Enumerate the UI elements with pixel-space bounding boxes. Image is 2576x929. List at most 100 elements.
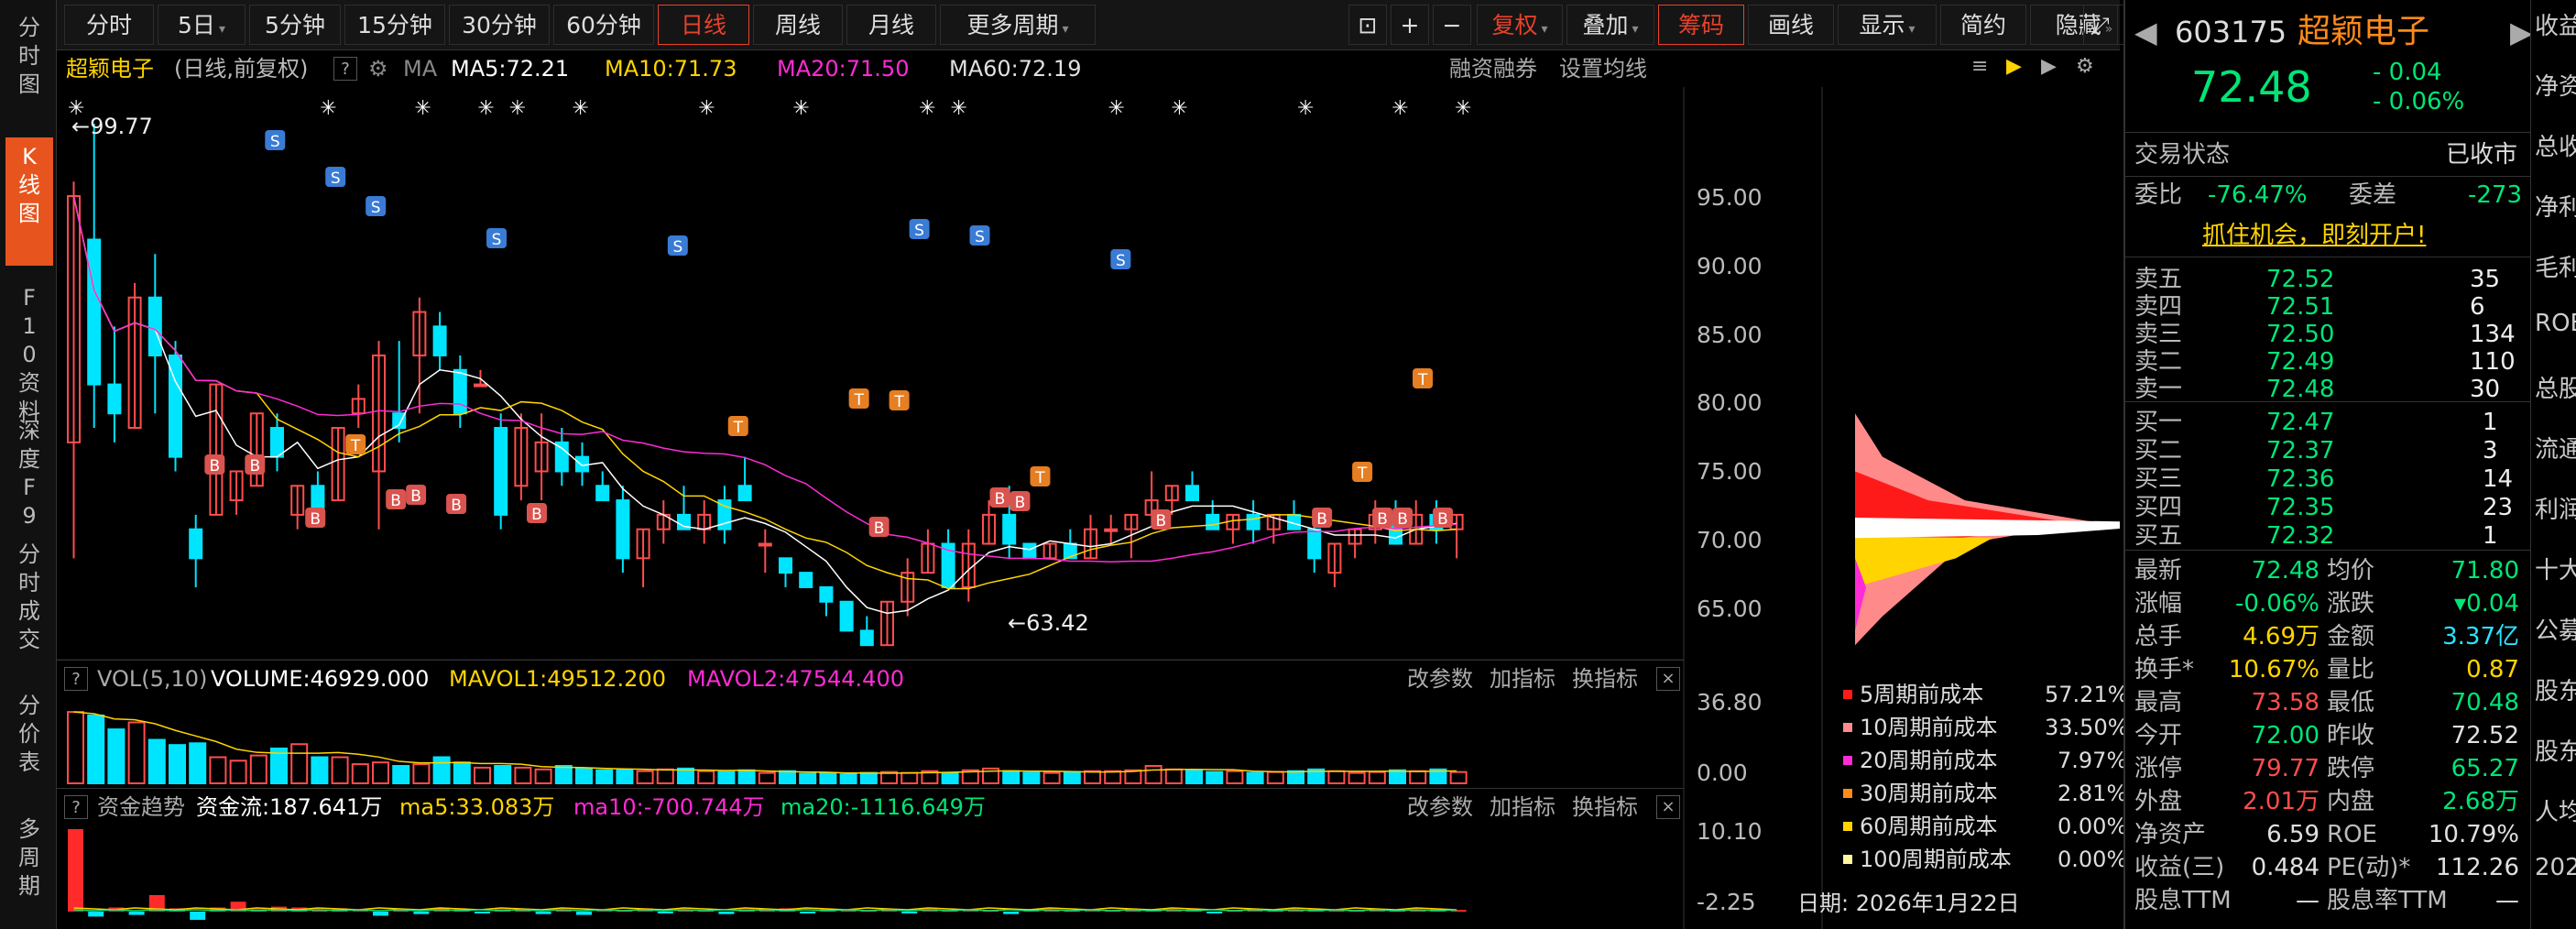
volume-bar bbox=[372, 761, 389, 785]
fundamental-label: 利润 bbox=[2535, 497, 2576, 524]
lock-icon[interactable]: ⊡ bbox=[1348, 5, 1387, 45]
help-icon[interactable]: ? bbox=[333, 57, 357, 81]
volume-bar bbox=[534, 768, 552, 784]
nav-timeshare[interactable]: 分时图 bbox=[5, 14, 53, 99]
switch-indicator-button[interactable]: 换指标 bbox=[1572, 789, 1638, 825]
switch-indicator-button[interactable]: 换指标 bbox=[1572, 661, 1638, 697]
zoom-in-icon[interactable]: + bbox=[1391, 5, 1429, 45]
change-params-button[interactable]: 改参数 bbox=[1407, 789, 1473, 825]
period-weekly[interactable]: 周线 bbox=[753, 5, 843, 45]
fullscreen-icon[interactable]: ⤢ bbox=[2083, 5, 2118, 45]
volume-bar bbox=[189, 742, 207, 784]
event-star-icon: ✳ bbox=[1392, 97, 1408, 120]
svg-text:S: S bbox=[672, 238, 682, 257]
chip-flag-icon[interactable]: ▶ bbox=[2006, 55, 2022, 78]
mavol2-value: MAVOL2:47544.400 bbox=[687, 666, 904, 692]
period-5min[interactable]: 5分钟 bbox=[249, 5, 341, 45]
promo-link[interactable]: 抓住机会，即刻开户! bbox=[2125, 220, 2530, 251]
candle bbox=[839, 600, 854, 632]
ma-settings-button[interactable]: 设置均线 bbox=[1559, 50, 1647, 87]
ma10-value: MA10:71.73 bbox=[605, 56, 737, 82]
margin-trading-button[interactable]: 融资融券 bbox=[1449, 50, 1537, 87]
chip-settings-icon[interactable]: ⚙ bbox=[2076, 55, 2094, 78]
candle bbox=[1104, 528, 1119, 532]
nav-f10[interactable]: F10资料 bbox=[5, 284, 53, 426]
event-star-icon: ✳ bbox=[320, 97, 336, 120]
nav-multi-period[interactable]: 多周期 bbox=[5, 815, 53, 901]
volume-bar bbox=[1246, 771, 1264, 784]
nav-kline[interactable]: K线图 bbox=[5, 137, 53, 266]
period-5day[interactable]: 5日 ▾ bbox=[158, 5, 246, 45]
chevron-down-icon: ▾ bbox=[1541, 22, 1548, 37]
candle bbox=[453, 368, 467, 415]
fund-bar bbox=[901, 912, 918, 913]
svg-text:B: B bbox=[249, 457, 260, 475]
simple-button[interactable]: 简约 bbox=[1940, 5, 2026, 45]
volume-bar bbox=[147, 738, 166, 784]
volume-bar bbox=[758, 771, 776, 784]
period-daily[interactable]: 日线 bbox=[658, 5, 749, 45]
add-indicator-button[interactable]: 加指标 bbox=[1490, 661, 1555, 697]
volume-bar bbox=[737, 769, 756, 784]
help-icon[interactable]: ? bbox=[64, 667, 88, 691]
volume-bar bbox=[1327, 770, 1346, 785]
svg-text:B: B bbox=[210, 457, 221, 475]
svg-text:T: T bbox=[1034, 469, 1045, 487]
fund-ma20-value: ma20:-1116.649万 bbox=[780, 794, 986, 820]
period-more[interactable]: 更多周期 ▾ bbox=[940, 5, 1096, 45]
period-30min[interactable]: 30分钟 bbox=[449, 5, 550, 45]
nav-price-table[interactable]: 分价表 bbox=[5, 692, 53, 777]
period-15min[interactable]: 15分钟 bbox=[344, 5, 445, 45]
close-icon[interactable]: × bbox=[1656, 795, 1680, 819]
period-timeshare[interactable]: 分时 bbox=[64, 5, 154, 45]
candle bbox=[819, 585, 834, 603]
settings-icon[interactable]: ⚙ bbox=[368, 50, 388, 87]
overlay-button[interactable]: 叠加 ▾ bbox=[1566, 5, 1654, 45]
prev-stock-icon[interactable]: ◀ bbox=[2134, 9, 2157, 55]
nav-ticks[interactable]: 分时成交 bbox=[5, 541, 53, 654]
chevron-down-icon: ▾ bbox=[1632, 22, 1639, 37]
nav-depth[interactable]: 深度F9 bbox=[5, 417, 53, 530]
event-star-icon: ✳ bbox=[415, 97, 431, 120]
display-button[interactable]: 显示 ▾ bbox=[1838, 5, 1937, 45]
fund-bars bbox=[68, 829, 1467, 920]
event-star-icon: ✳ bbox=[792, 97, 809, 120]
trade-signal: T bbox=[345, 434, 366, 455]
period-monthly[interactable]: 月线 bbox=[846, 5, 936, 45]
event-star-icon: ✳ bbox=[1108, 97, 1125, 120]
svg-text:T: T bbox=[853, 391, 864, 410]
add-indicator-button[interactable]: 加指标 bbox=[1490, 789, 1555, 825]
buy-signal: B bbox=[1433, 508, 1454, 529]
chip-list-icon[interactable]: ≡ bbox=[1971, 55, 1988, 78]
period-60min[interactable]: 60分钟 bbox=[553, 5, 654, 45]
next-stock-icon[interactable]: ▶ bbox=[2510, 9, 2533, 55]
volume-bar bbox=[1084, 770, 1101, 785]
volume-bar bbox=[717, 771, 736, 785]
event-star-icon: ✳ bbox=[1171, 97, 1187, 120]
stat-row: 今开 72.00 昨收 72.52 bbox=[2134, 722, 2519, 749]
chip-play-icon[interactable]: ▶ bbox=[2041, 55, 2057, 78]
volume-bar bbox=[331, 756, 349, 784]
zoom-out-icon[interactable]: − bbox=[1433, 5, 1471, 45]
chip-legend-row: 60周期前成本 0.00% bbox=[1832, 810, 2127, 843]
change-params-button[interactable]: 改参数 bbox=[1407, 661, 1473, 697]
svg-text:B: B bbox=[874, 519, 885, 538]
close-icon[interactable]: × bbox=[1656, 667, 1680, 691]
sell-signal: S bbox=[486, 228, 508, 249]
volume-bar bbox=[1389, 769, 1406, 784]
volume-bar bbox=[209, 756, 227, 784]
volume-bar bbox=[1449, 771, 1468, 785]
fund-bar bbox=[718, 912, 735, 914]
adjust-button[interactable]: 复权 ▾ bbox=[1477, 5, 1563, 45]
left-nav: 分时图 K线图 F10资料 深度F9 分时成交 分价表 多周期 bbox=[0, 0, 57, 929]
volume-bar bbox=[1287, 770, 1304, 785]
chip-toolbar: ≡ ▶ ▶ ⚙ bbox=[1971, 55, 2109, 82]
help-icon[interactable]: ? bbox=[64, 795, 88, 819]
volume-bar bbox=[575, 767, 593, 784]
stat-row: 总手 4.69万 金额 3.37亿 bbox=[2134, 623, 2519, 650]
volume-bar bbox=[1164, 768, 1183, 784]
volume-bar bbox=[229, 760, 247, 784]
volume-bar bbox=[859, 771, 878, 784]
chip-legend-row: 5周期前成本 57.21% bbox=[1832, 678, 2129, 711]
candle bbox=[1022, 542, 1037, 560]
